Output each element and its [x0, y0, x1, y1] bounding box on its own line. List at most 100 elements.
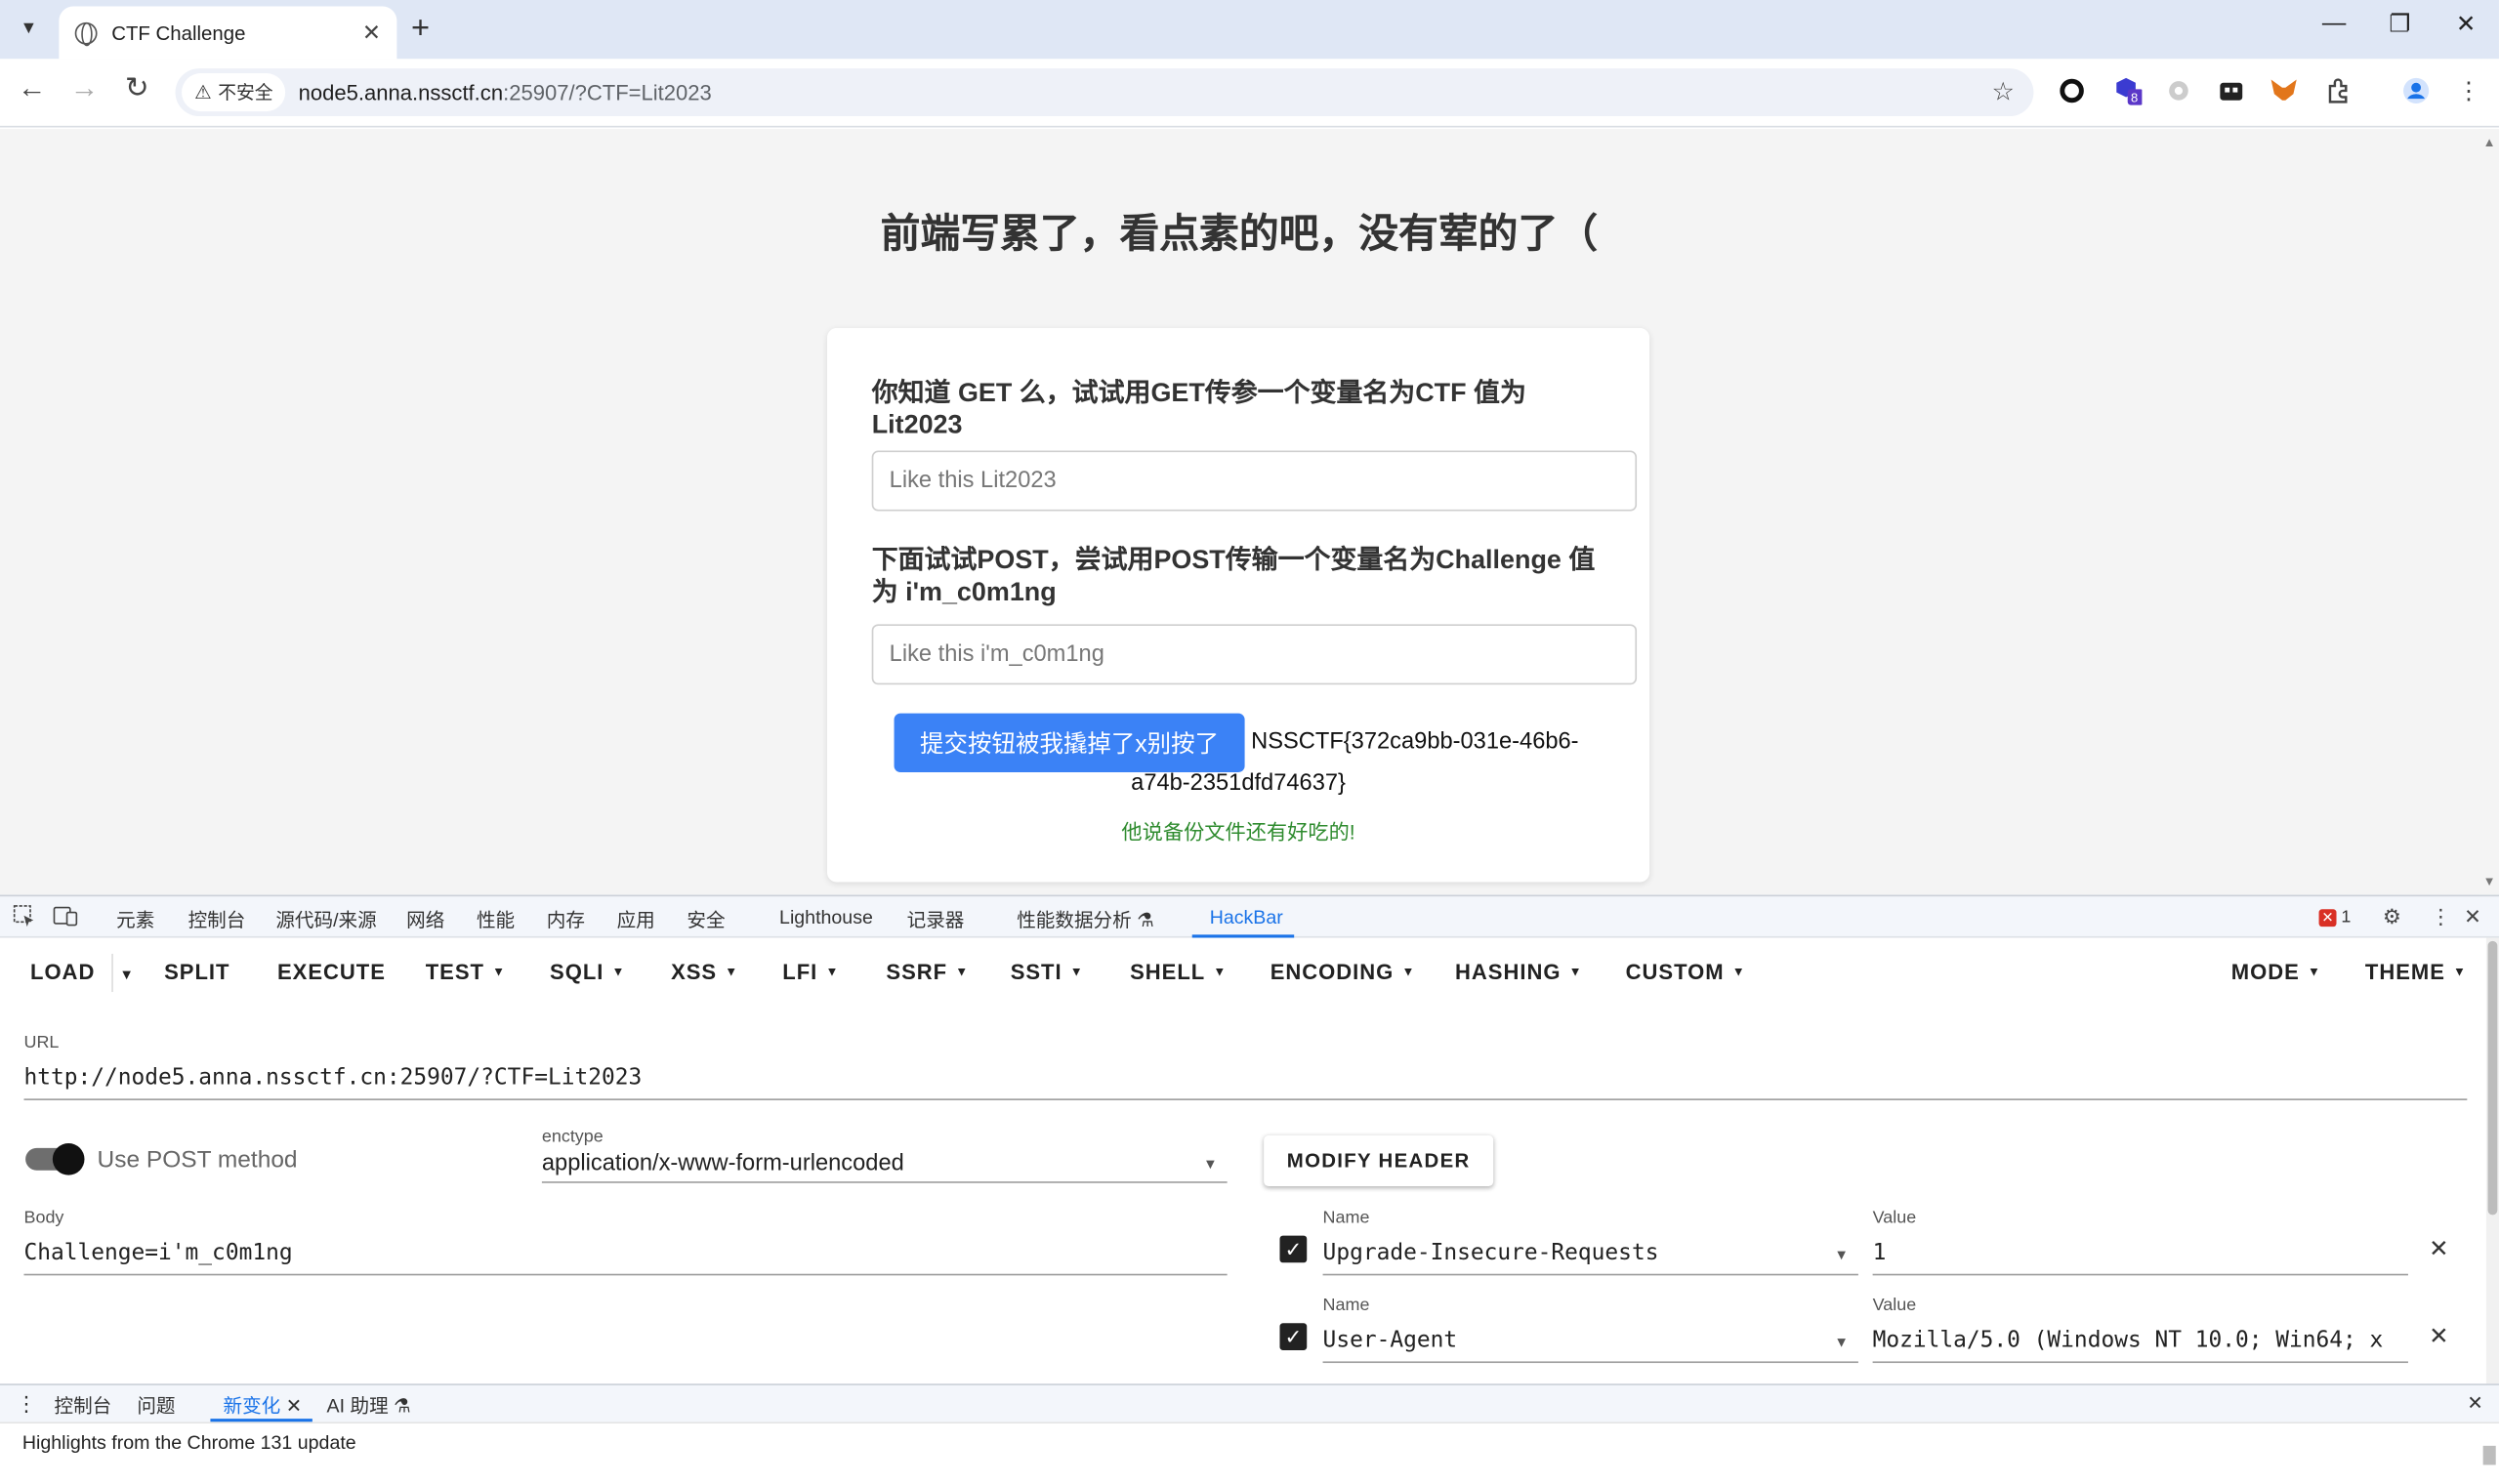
devtools-tab-console[interactable]: 控制台 — [188, 906, 246, 933]
caret-down-icon: ▼ — [492, 965, 507, 980]
post-question: 下面试试POST，尝试用POST传输一个变量名为Challenge 值为 i'm… — [871, 546, 1596, 607]
devtools-close-icon[interactable]: ✕ — [2464, 904, 2481, 929]
mode-menu[interactable]: MODE ▼ — [2231, 960, 2321, 983]
window-close-icon[interactable]: ✕ — [2456, 10, 2477, 38]
lfi-menu[interactable]: LFI ▼ — [782, 960, 839, 983]
devtools-tab-memory[interactable]: 内存 — [547, 906, 585, 933]
hashing-menu[interactable]: HASHING ▼ — [1455, 960, 1583, 983]
extensions-puzzle-icon[interactable] — [2323, 76, 2352, 104]
encoding-menu[interactable]: ENCODING ▼ — [1270, 960, 1416, 983]
minimize-icon[interactable]: — — [2322, 10, 2346, 37]
load-button[interactable]: LOAD — [30, 960, 95, 983]
load-dropdown-caret-icon[interactable]: ▼ — [119, 967, 135, 982]
test-menu[interactable]: TEST ▼ — [426, 960, 506, 983]
profile-avatar-icon[interactable] — [2401, 76, 2430, 104]
enctype-select[interactable]: application/x-www-form-urlencoded — [542, 1151, 904, 1176]
extension-circle-icon[interactable] — [2058, 76, 2086, 104]
devtools-tab-hackbar[interactable]: HackBar — [1210, 906, 1283, 928]
devtools-tab-security[interactable]: 安全 — [687, 906, 725, 933]
hashing-menu-label: HASHING — [1455, 960, 1562, 984]
device-toolbar-icon[interactable] — [53, 904, 78, 931]
enctype-label: enctype — [541, 1127, 604, 1147]
drawer-tab-whats-new[interactable]: 新变化 ✕ — [223, 1391, 302, 1419]
error-x-icon: ✕ — [2318, 908, 2337, 927]
shell-menu[interactable]: SHELL ▼ — [1130, 960, 1227, 983]
back-arrow-icon[interactable]: ← — [13, 71, 51, 104]
devtools-tab-recorder[interactable]: 记录器 — [907, 906, 965, 933]
header-1-remove-icon[interactable]: ✕ — [2429, 1234, 2449, 1263]
address-bar[interactable]: ⚠ 不安全 node5.anna.nssctf.cn:25907/?CTF=Li… — [175, 68, 2034, 117]
devtools-tab-performance[interactable]: 性能 — [477, 906, 515, 933]
extension-hexagon-icon[interactable]: 8 — [2113, 76, 2143, 105]
header-1-name[interactable]: Upgrade-Insecure-Requests — [1323, 1240, 1817, 1265]
scroll-down-arrow-icon[interactable]: ▼ — [2483, 874, 2496, 888]
ssrf-menu[interactable]: SSRF ▼ — [886, 960, 969, 983]
drawer-close-icon[interactable]: ✕ — [2467, 1391, 2482, 1414]
drawer-menu-kebab-icon[interactable]: ⋮ — [16, 1391, 36, 1417]
header-2-checkbox[interactable]: ✓ — [1279, 1323, 1308, 1351]
tab-close-icon[interactable]: ✕ — [362, 20, 381, 47]
header-1-value[interactable]: 1 — [1873, 1240, 2408, 1265]
header-1-checkbox[interactable]: ✓ — [1279, 1235, 1308, 1263]
xss-menu[interactable]: XSS ▼ — [671, 960, 738, 983]
bookmark-star-icon[interactable]: ☆ — [1991, 76, 2014, 108]
devtools-tab-network[interactable]: 网络 — [406, 906, 444, 933]
body-field[interactable]: Challenge=i'm_c0m1ng — [23, 1240, 1219, 1265]
encoding-menu-label: ENCODING — [1270, 960, 1395, 984]
error-count-badge[interactable]: ✕ 1 — [2318, 908, 2351, 927]
submit-button[interactable]: 提交按钮被我撬掉了x别按了 — [894, 713, 1245, 772]
devtools-tab-application[interactable]: 应用 — [617, 906, 655, 933]
metamask-fox-icon[interactable] — [2270, 76, 2298, 104]
sqli-menu[interactable]: SQLI ▼ — [550, 960, 625, 983]
get-input[interactable]: Like this Lit2023 — [871, 450, 1638, 512]
devtools-settings-gear-icon[interactable]: ⚙ — [2383, 904, 2401, 929]
drawer-scrollbar[interactable] — [2482, 1445, 2496, 1465]
devtools-menu-kebab-icon[interactable]: ⋮ — [2431, 904, 2451, 929]
drawer-tab-issues[interactable]: 问题 — [137, 1391, 175, 1419]
drawer-tab-ai-assistant[interactable]: AI 助理 ⚗ — [327, 1391, 411, 1419]
modify-header-button[interactable]: MODIFY HEADER — [1264, 1134, 1494, 1187]
url-text[interactable]: node5.anna.nssctf.cn:25907/?CTF=Lit2023 — [299, 80, 712, 103]
devtools-tab-performance-insights[interactable]: 性能数据分析 ⚗ — [1017, 906, 1154, 933]
scroll-up-arrow-icon[interactable]: ▲ — [2483, 136, 2496, 150]
close-tab-icon[interactable]: ✕ — [286, 1395, 302, 1418]
enctype-caret-icon[interactable]: ▼ — [1203, 1156, 1218, 1172]
post-method-label: Use POST method — [97, 1146, 298, 1174]
browser-tab[interactable]: CTF Challenge ✕ — [59, 6, 397, 60]
restore-icon[interactable]: ❐ — [2389, 10, 2410, 38]
extension-gear-icon[interactable] — [2164, 76, 2192, 104]
hackbar-scrollbar[interactable] — [2485, 937, 2499, 1384]
header-2-name[interactable]: User-Agent — [1323, 1328, 1817, 1353]
drawer-tab-console[interactable]: 控制台 — [54, 1391, 111, 1419]
header-2-name-underline — [1322, 1361, 1858, 1364]
extension-toolbox-icon[interactable] — [2217, 76, 2245, 104]
header-2-name-label: Name — [1322, 1296, 1370, 1316]
browser-menu-kebab-icon[interactable]: ⋮ — [2454, 76, 2482, 105]
inspect-element-icon[interactable] — [13, 904, 35, 931]
devtools-tab-sources[interactable]: 源代码/来源 — [275, 906, 376, 933]
custom-menu-label: CUSTOM — [1625, 960, 1725, 984]
execute-button[interactable]: EXECUTE — [277, 960, 386, 983]
ssti-menu[interactable]: SSTI ▼ — [1011, 960, 1084, 983]
page-scrollbar[interactable]: ▲ ▼ — [2479, 129, 2499, 895]
drawer-tab-bar: ⋮ 控制台 问题 新变化 ✕ AI 助理 ⚗ ✕ — [0, 1383, 2499, 1422]
url-field[interactable]: http://node5.anna.nssctf.cn:25907/?CTF=L… — [23, 1065, 2462, 1091]
reload-icon[interactable]: ↻ — [118, 71, 156, 104]
new-tab-plus-icon[interactable]: + — [411, 11, 430, 48]
header-1-name-caret-icon[interactable]: ▼ — [1834, 1247, 1849, 1262]
devtools-tab-lighthouse[interactable]: Lighthouse — [779, 906, 873, 928]
security-chip[interactable]: ⚠ 不安全 — [182, 73, 286, 112]
header-2-remove-icon[interactable]: ✕ — [2429, 1322, 2449, 1350]
theme-menu[interactable]: THEME ▼ — [2365, 960, 2467, 983]
header-2-name-caret-icon[interactable]: ▼ — [1834, 1335, 1849, 1350]
tab-search-chevron-icon[interactable]: ▼ — [10, 11, 48, 46]
header-1-name-label: Name — [1322, 1208, 1370, 1228]
custom-menu[interactable]: CUSTOM ▼ — [1626, 960, 1746, 983]
split-button[interactable]: SPLIT — [164, 960, 229, 983]
devtools-tab-elements[interactable]: 元素 — [116, 906, 154, 933]
forward-arrow-icon[interactable]: → — [65, 71, 104, 104]
header-2-value[interactable]: Mozilla/5.0 (Windows NT 10.0; Win64; x — [1873, 1328, 2408, 1353]
post-input[interactable]: Like this i'm_c0m1ng — [871, 624, 1638, 685]
hackbar-scroll-thumb[interactable] — [2487, 940, 2498, 1216]
post-method-toggle[interactable] — [25, 1142, 85, 1175]
